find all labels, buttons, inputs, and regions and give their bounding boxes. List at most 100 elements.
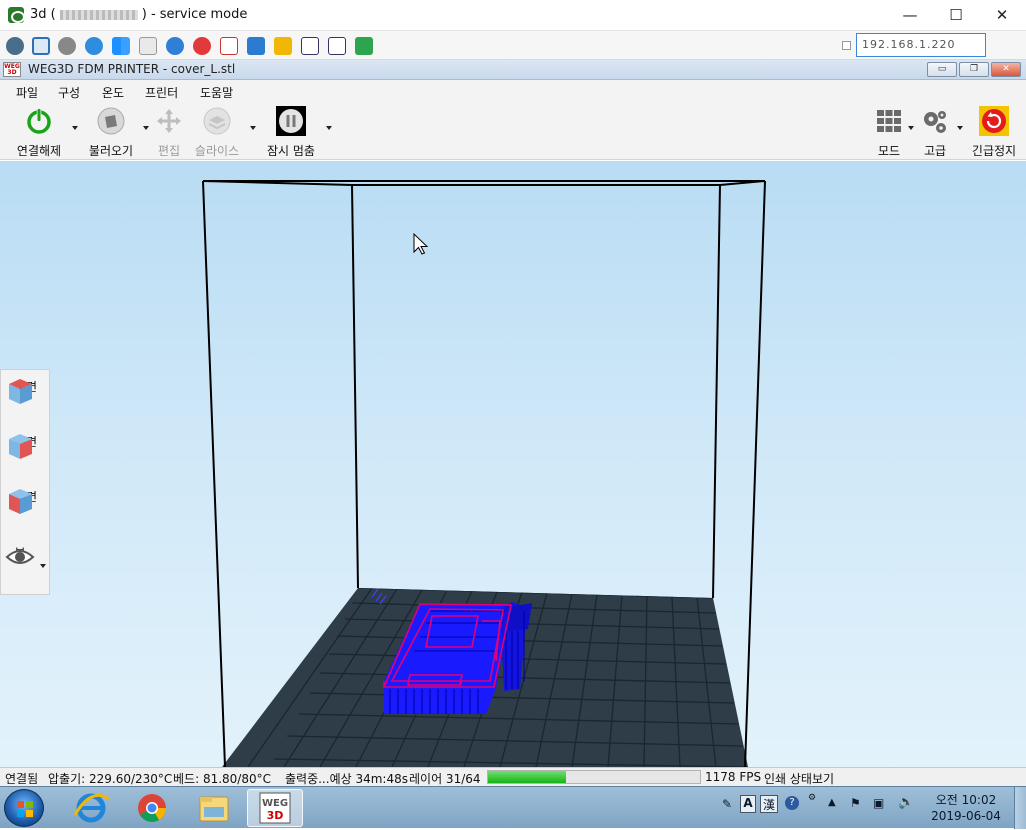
- print-status-view-link[interactable]: 인쇄 상태보기: [764, 770, 834, 787]
- pause-dropdown-caret[interactable]: [326, 126, 332, 130]
- front-view-button[interactable]: 정면: [5, 486, 47, 514]
- menu-file[interactable]: 파일: [16, 84, 38, 101]
- emergency-stop-button[interactable]: 긴급정지: [966, 106, 1022, 159]
- help-icon[interactable]: ?: [785, 796, 799, 810]
- network-icon[interactable]: [6, 37, 24, 55]
- inner-title-bar: WEG 3D WEG3D FDM PRINTER - cover_L.stl ▭…: [0, 60, 1026, 80]
- menu-temperature[interactable]: 온도: [102, 84, 124, 101]
- cube-front-icon: [9, 489, 32, 514]
- folder-icon: [199, 796, 229, 822]
- ie-icon: [73, 793, 110, 823]
- menu-config[interactable]: 구성: [58, 84, 80, 101]
- scene-svg: [202, 180, 766, 767]
- chrome-icon: [138, 794, 166, 822]
- outer-maximize-button[interactable]: ☐: [933, 0, 979, 31]
- disconnect-icon[interactable]: [193, 37, 211, 55]
- pause-label: 잠시 멈춤: [267, 144, 315, 158]
- ime-options-icon[interactable]: ⚙: [808, 793, 816, 803]
- view-panel: 평면 측면 정면 뷰: [0, 369, 50, 595]
- volume-icon[interactable]: 🔈: [898, 795, 914, 810]
- print-eta: 출력중...예상 34m:48s: [285, 772, 408, 786]
- view-menu-button[interactable]: 뷰: [5, 542, 35, 564]
- inner-close-button[interactable]: ✕: [991, 62, 1021, 77]
- pause-icon: [276, 106, 306, 136]
- monitor-icon[interactable]: [247, 37, 265, 55]
- slice-dropdown-caret[interactable]: [250, 126, 256, 130]
- slice-layers-icon: [203, 107, 231, 135]
- weg3d-app-icon: WEG 3D: [259, 792, 291, 824]
- move-arrows-icon: [157, 109, 181, 133]
- gear-icon[interactable]: [58, 37, 76, 55]
- cube-top-icon: [9, 379, 32, 404]
- top-view-button[interactable]: 평면: [5, 376, 47, 404]
- outer-close-button[interactable]: ✕: [979, 0, 1025, 31]
- redacted-ip: [59, 9, 138, 20]
- menu-help[interactable]: 도움말: [200, 84, 233, 101]
- address-input[interactable]: 192.168.1.220: [856, 33, 986, 57]
- show-hidden-icons-icon[interactable]: ▲: [828, 797, 836, 808]
- file-explorer-button[interactable]: [186, 789, 242, 827]
- bed-temp: 베드: 81.80/80°C: [173, 772, 271, 786]
- mouse-cursor-icon: [413, 232, 429, 255]
- svg-text:WEG: WEG: [262, 798, 288, 809]
- edit-button[interactable]: 편집: [152, 106, 186, 159]
- view-dropdown-caret[interactable]: [40, 564, 46, 568]
- address-checkbox[interactable]: [842, 41, 851, 50]
- ime-mode-indicator[interactable]: A: [740, 795, 756, 813]
- load-file-icon: [97, 107, 125, 135]
- connection-status: 연결됨: [5, 772, 39, 786]
- load-button[interactable]: 불러오기: [82, 106, 140, 159]
- file-transfer-icon[interactable]: [220, 37, 238, 55]
- screenshot-icon[interactable]: [301, 37, 319, 55]
- menu-bar: 파일 구성 온도 프린터 도움말: [0, 80, 1026, 104]
- gears-icon: [924, 111, 946, 133]
- record-icon[interactable]: [328, 37, 346, 55]
- emergency-stop-label: 긴급정지: [971, 144, 1017, 158]
- ctrl-alt-del-icon[interactable]: [139, 37, 157, 55]
- action-center-flag-icon[interactable]: ⚑: [850, 796, 861, 810]
- progress-fill: [488, 771, 567, 783]
- advanced-button[interactable]: 고급: [916, 106, 954, 159]
- weg3d-taskbar-button[interactable]: WEG 3D: [247, 789, 303, 827]
- chat-icon[interactable]: [355, 37, 373, 55]
- disconnect-button[interactable]: 연결해제: [8, 106, 70, 159]
- advanced-label: 고급: [923, 144, 947, 158]
- clock[interactable]: 오전 10:02 2019-06-04: [926, 792, 1006, 824]
- advanced-dropdown-caret[interactable]: [957, 126, 963, 130]
- show-desktop-button[interactable]: [1014, 787, 1026, 829]
- inner-restore-button[interactable]: ❐: [959, 62, 989, 77]
- load-dropdown-caret[interactable]: [143, 126, 149, 130]
- menu-printer[interactable]: 프린터: [145, 84, 178, 101]
- fullscreen-icon[interactable]: [32, 37, 50, 55]
- internet-explorer-button[interactable]: [63, 789, 119, 827]
- mode-label: 모드: [877, 144, 901, 158]
- load-label: 불러오기: [88, 144, 134, 158]
- inner-minimize-button[interactable]: ▭: [927, 62, 957, 77]
- language-bar-icon[interactable]: ✎: [722, 797, 732, 811]
- disconnect-label: 연결해제: [16, 144, 62, 158]
- slice-label: 슬라이스: [194, 144, 240, 158]
- pause-button[interactable]: 잠시 멈춤: [262, 106, 320, 159]
- weg3d-logo: WEG 3D: [3, 62, 21, 77]
- mode-button[interactable]: 모드: [870, 106, 908, 159]
- inner-window-title: WEG3D FDM PRINTER - cover_L.stl: [28, 62, 236, 76]
- chrome-button[interactable]: [124, 789, 180, 827]
- refresh-icon[interactable]: [85, 37, 103, 55]
- slice-button[interactable]: 슬라이스: [192, 106, 242, 159]
- 3d-viewport[interactable]: 평면 측면 정면 뷰: [0, 161, 1026, 767]
- network-tray-icon[interactable]: ▣: [873, 796, 884, 810]
- outer-window-title: 3d () - service mode: [30, 7, 248, 22]
- side-view-button[interactable]: 측면: [5, 431, 47, 459]
- disconnect-dropdown-caret[interactable]: [72, 126, 78, 130]
- outer-title-bar: 3d () - service mode — ☐ ✕: [0, 0, 1026, 31]
- taskbar: WEG 3D ✎ A 漢 ? ⚙ ▲ ⚑ ▣ 🔈 오전 10:02 2019-0…: [0, 786, 1026, 829]
- start-button[interactable]: [4, 789, 44, 827]
- clock-date: 2019-06-04: [931, 809, 1001, 823]
- status-bar: 연결됨 압출기: 229.60/230°C 베드: 81.80/80°C 출력중…: [0, 767, 1026, 786]
- outer-minimize-button[interactable]: —: [887, 0, 933, 31]
- windows-icon[interactable]: [112, 37, 130, 55]
- mode-dropdown-caret[interactable]: [908, 126, 914, 130]
- ime-hanja-indicator[interactable]: 漢: [760, 795, 778, 813]
- clipboard-icon[interactable]: [274, 37, 292, 55]
- info-icon[interactable]: [166, 37, 184, 55]
